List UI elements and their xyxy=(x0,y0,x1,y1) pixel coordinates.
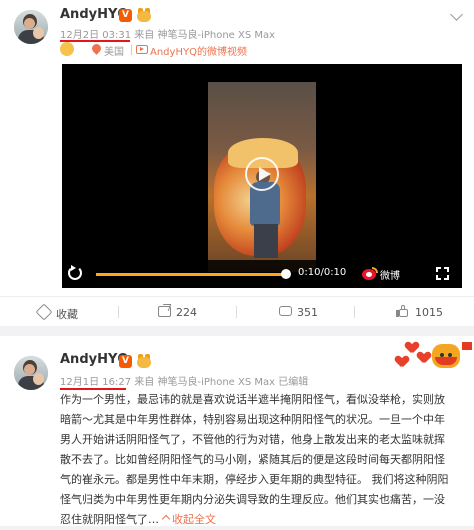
heart-icon xyxy=(418,352,430,363)
collect-label: 收藏 xyxy=(56,308,78,321)
post-text-line: 散不去了。比如曾经阴阳怪气的马小刚，紧随其后的便是这段时间每天都阴阳怪 xyxy=(60,453,445,466)
comment-count: 351 xyxy=(297,306,318,319)
comment-button[interactable]: 351 xyxy=(236,297,354,327)
like-button[interactable]: 1015 xyxy=(354,297,472,327)
heart-icon xyxy=(406,342,418,353)
post-text-line: 作为一个男性，最忌讳的就是喜欢说话半遮半掩阴阳怪气，看似没举枪，实则放 xyxy=(60,393,445,406)
video-watermark: 微博 xyxy=(380,271,400,282)
post-text-line: 怪气归类为中年男性更年期内分泌失调导致的生理反应。他们其实也痛苦，一没 xyxy=(60,493,445,506)
video-time: 0:10/0:10 xyxy=(298,267,347,278)
post-body: 作为一个男性，最忌讳的就是喜欢说话半遮半掩阴阳怪气，看似没举枪，实则放 暗箭～尤… xyxy=(60,390,462,530)
vip-badge-icon: V xyxy=(119,9,132,22)
emoji-icon xyxy=(60,42,74,56)
repost-count: 224 xyxy=(176,306,197,319)
repost-icon xyxy=(158,306,171,317)
heart-icon xyxy=(396,356,408,367)
comment-icon xyxy=(279,306,292,316)
post-text-line: 暗箭～尤其是中年男性群体，特别容易出现这种阴阳怪气的状况。一旦一个中年 xyxy=(60,413,445,426)
weibo-video-link[interactable]: AndyHYQ的微博视频 xyxy=(150,43,247,58)
post-text-line: 气的崔永元。都是男性中年末期，停经步入更年期的典型特征。 我们将这种阴阳 xyxy=(60,473,449,486)
weibo-post-1: AndyHYQ V 12月2日 03:31 来自 神笔马良-iPhone XS … xyxy=(0,0,474,326)
card-decoration xyxy=(392,338,474,372)
post-text-tail: 忍住就阴阳怪气了… xyxy=(60,513,159,526)
flag-icon xyxy=(462,342,472,350)
edited-label[interactable]: 已编辑 xyxy=(278,377,308,388)
location-label[interactable]: 美国 xyxy=(104,43,124,58)
video-icon xyxy=(136,45,148,54)
cat-mascot-icon xyxy=(432,344,460,368)
post-meta: 12月2日 03:31 来自 神笔马良-iPhone XS Max xyxy=(60,26,275,41)
replay-icon[interactable] xyxy=(68,265,82,280)
post-text-last-line: 忍住就阴阳怪气了… 收起全文 xyxy=(60,510,462,530)
divider xyxy=(131,45,132,55)
play-icon[interactable] xyxy=(245,157,279,191)
video-player[interactable]: 0:10/0:10 微博 xyxy=(62,64,462,288)
avatar[interactable] xyxy=(14,356,48,390)
chevron-up-icon xyxy=(161,514,171,524)
repost-button[interactable]: 224 xyxy=(118,297,236,327)
action-bar: 收藏 224 351 1015 xyxy=(0,296,474,326)
vip-badge-icon: V xyxy=(119,355,132,368)
thumbs-up-icon xyxy=(396,305,409,318)
progress-bar[interactable] xyxy=(96,273,286,276)
member-badge-icon xyxy=(136,8,152,22)
post-text-line: 男人开始讲话阴阳怪气了，不管他的行为对错，他身上散发出来的老太监味就挥 xyxy=(60,433,445,446)
fullscreen-icon[interactable] xyxy=(436,267,449,280)
collapse-link[interactable]: 收起全文 xyxy=(159,513,216,526)
member-badge-icon xyxy=(136,354,152,368)
weibo-logo-icon xyxy=(362,267,378,280)
post-source: 来自 神笔马良-iPhone XS Max xyxy=(134,377,276,388)
like-count: 1015 xyxy=(415,306,443,319)
collect-button[interactable]: 收藏 xyxy=(0,297,118,327)
progress-handle[interactable] xyxy=(281,269,291,279)
chevron-down-icon[interactable] xyxy=(450,8,463,21)
location-pin-icon xyxy=(92,44,101,55)
post-meta: 12月1日 16:27 来自 神笔马良-iPhone XS Max 已编辑 xyxy=(60,373,308,388)
post-source: 来自 神笔马良-iPhone XS Max xyxy=(134,30,276,41)
post-time[interactable]: 12月1日 16:27 xyxy=(60,377,131,388)
star-icon xyxy=(35,303,53,321)
avatar[interactable] xyxy=(14,10,48,44)
video-controls: 0:10/0:10 微博 xyxy=(62,260,462,288)
time-underline xyxy=(60,40,130,42)
collapse-label: 收起全文 xyxy=(172,513,216,526)
